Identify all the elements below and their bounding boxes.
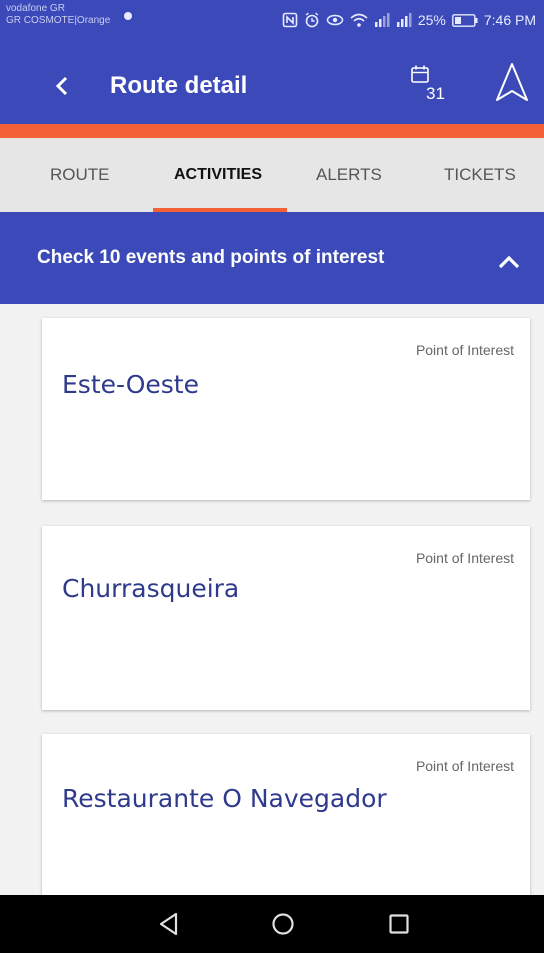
status-indicators: 25% 7:46 PM (282, 12, 536, 28)
eye-comfort-icon (326, 14, 344, 26)
calendar-button[interactable]: 31 (406, 62, 454, 108)
chevron-up-icon[interactable] (494, 250, 524, 274)
card-title: Churrasqueira (62, 574, 240, 603)
chevron-left-icon (55, 76, 68, 96)
home-circle-icon[interactable] (266, 907, 300, 941)
card-type-label: Point of Interest (415, 550, 514, 566)
wifi-icon (350, 13, 368, 27)
carrier-info: vodafone GR GR COSMOTE|Orange (6, 3, 110, 27)
clock-time: 7:46 PM (483, 12, 536, 28)
events-section-header[interactable]: Check 10 events and points of interest (0, 212, 544, 304)
page-title: Route detail (110, 72, 248, 99)
accent-strip (0, 124, 544, 138)
card-title: Este-Oeste (62, 370, 199, 399)
recents-square-icon[interactable] (382, 907, 416, 941)
system-nav-bar (0, 895, 544, 953)
tab-activities[interactable]: ACTIVITIES (174, 138, 262, 212)
back-button[interactable] (44, 68, 80, 104)
app-bar: Route detail 31 (0, 48, 544, 124)
events-title: Check 10 events and points of interest (37, 247, 385, 268)
navigation-arrow-icon (496, 63, 528, 101)
card-title: Restaurante O Navegador (62, 784, 387, 813)
calendar-icon (411, 65, 429, 83)
navigate-button[interactable] (492, 60, 532, 104)
back-triangle-icon[interactable] (152, 907, 186, 941)
signal-icon-secondary (396, 13, 412, 27)
signal-icon (374, 13, 390, 27)
status-bar: vodafone GR GR COSMOTE|Orange 25% 7:46 P… (0, 0, 544, 48)
carrier-primary: vodafone GR (6, 3, 65, 14)
alarm-icon (305, 12, 319, 28)
poi-card-restaurante-o-navegador[interactable]: Point of Interest Restaurante O Navegado… (42, 734, 530, 909)
tab-alerts[interactable]: ALERTS (316, 138, 382, 212)
tab-tickets[interactable]: TICKETS (444, 138, 516, 212)
tab-bar: ROUTE ACTIVITIES ALERTS TICKETS (0, 138, 544, 212)
shield-icon (124, 12, 132, 20)
poi-card-churrasqueira[interactable]: Point of Interest Churrasqueira (42, 526, 530, 710)
calendar-day: 31 (426, 84, 445, 103)
card-type-label: Point of Interest (415, 758, 514, 774)
carrier-secondary: GR COSMOTE|Orange (6, 15, 111, 26)
card-type-label: Point of Interest (415, 342, 514, 358)
poi-card-este-oeste[interactable]: Point of Interest Este-Oeste (42, 318, 530, 500)
nfc-icon (282, 12, 298, 28)
battery-icon (451, 13, 478, 27)
battery-percent: 25% (417, 12, 446, 28)
tab-route[interactable]: ROUTE (50, 138, 110, 212)
